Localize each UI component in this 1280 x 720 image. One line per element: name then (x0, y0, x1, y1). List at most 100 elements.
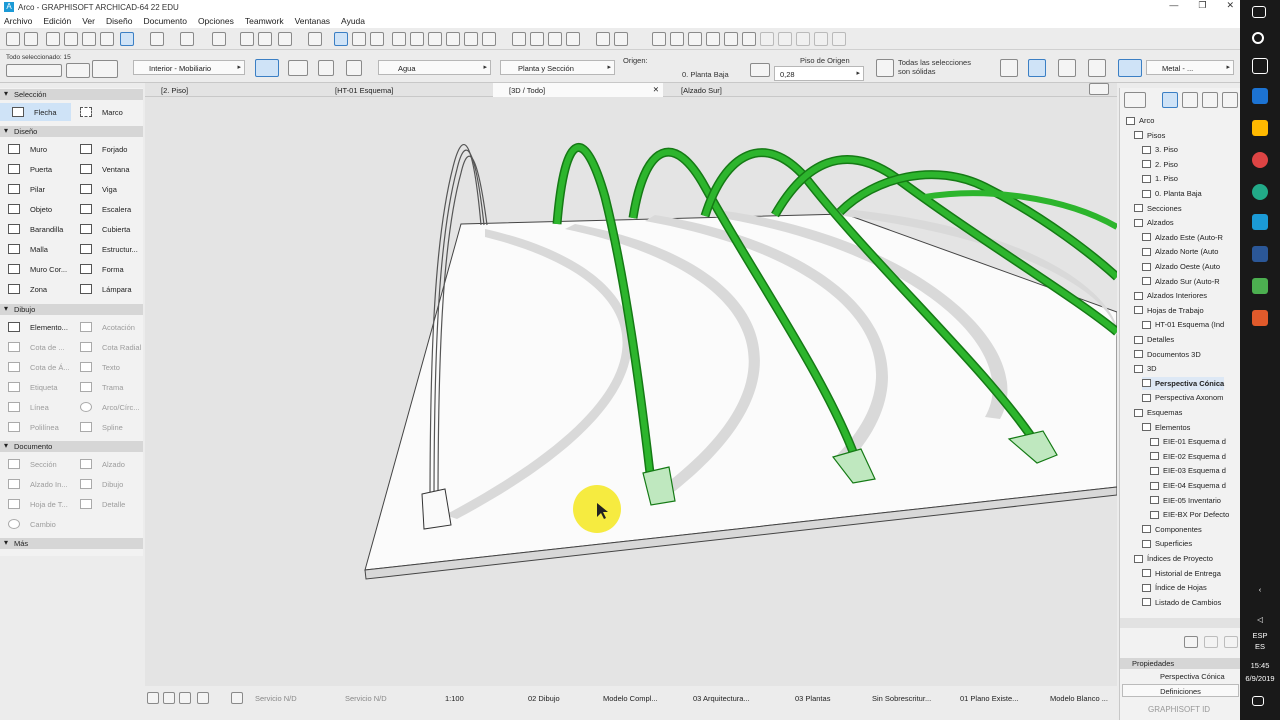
minimize-button[interactable]: — (1169, 0, 1178, 11)
pen-icon[interactable] (100, 32, 114, 46)
tool-puerta[interactable]: Puerta (8, 160, 52, 178)
material-dropdown[interactable]: Agua (378, 60, 491, 75)
close-button[interactable]: ✕ (1226, 0, 1234, 11)
transform-icon[interactable] (346, 60, 362, 76)
grid-icon[interactable] (212, 32, 226, 46)
fillet-icon[interactable] (446, 32, 460, 46)
3d-style[interactable]: Modelo Blanco ... (1050, 694, 1108, 703)
schedule-icon[interactable] (724, 32, 738, 46)
tree-item[interactable]: 3. Piso (1142, 143, 1178, 156)
tree-hscrollbar[interactable] (1120, 618, 1241, 628)
tool-dibujo[interactable]: Dibujo (80, 475, 123, 493)
model-view-options[interactable]: Modelo Compl... (603, 694, 658, 703)
suspend-groups-icon[interactable] (240, 32, 254, 46)
guide-line-icon[interactable] (120, 32, 134, 46)
teamwork-messages-icon[interactable] (832, 32, 846, 46)
clock-time[interactable]: 15:45 (1240, 661, 1280, 670)
project-map-icon[interactable] (1162, 92, 1178, 108)
3d-viewport[interactable] (145, 97, 1117, 686)
tool-acotacion[interactable]: Acotación (80, 318, 135, 336)
tab-2-piso[interactable]: [2. Piso] (145, 83, 317, 97)
menu-ventanas[interactable]: Ventanas (295, 16, 330, 26)
camtasia-icon[interactable] (1252, 278, 1268, 294)
tool-escalera[interactable]: Escalera (80, 200, 131, 218)
tree-item[interactable]: Arco (1126, 114, 1154, 127)
layout-book-icon[interactable] (1202, 92, 1218, 108)
cube-view-icon[interactable] (1088, 59, 1106, 77)
menu-diseno[interactable]: Diseño (106, 16, 132, 26)
tool-spline[interactable]: Spline (80, 418, 123, 436)
dimension-standard[interactable]: 03 Plantas (795, 694, 830, 703)
tree-item[interactable]: Índice de Hojas (1142, 581, 1207, 594)
solid-selection-icon[interactable] (876, 59, 894, 77)
layout-icon[interactable] (706, 32, 720, 46)
intersect-icon[interactable] (428, 32, 442, 46)
offset-icon[interactable] (464, 32, 478, 46)
eyedropper-icon[interactable] (82, 32, 96, 46)
tool-zona[interactable]: Zona (8, 280, 47, 298)
adjust-icon[interactable] (410, 32, 424, 46)
tree-item[interactable]: Detalles (1134, 333, 1174, 346)
refresh-icon[interactable] (1000, 59, 1018, 77)
undo-icon[interactable] (6, 32, 20, 46)
menu-opciones[interactable]: Opciones (198, 16, 234, 26)
explorer-icon[interactable] (1252, 120, 1268, 136)
3d-window-icon[interactable] (614, 32, 628, 46)
layer-combination[interactable]: 02 Dibujo (528, 694, 560, 703)
split-icon[interactable] (392, 32, 406, 46)
section-mas[interactable]: Más (0, 538, 143, 549)
trace-icon[interactable] (334, 32, 348, 46)
tool-pilar[interactable]: Pilar (8, 180, 45, 198)
tool-alzado-interior[interactable]: Alzado In... (8, 475, 68, 493)
favorite-icon[interactable] (742, 32, 756, 46)
tool-arco-circulo[interactable]: Arco/Círc... (80, 398, 140, 416)
camera-icon[interactable] (688, 32, 702, 46)
tree-item[interactable]: Superficies (1142, 537, 1192, 550)
navigate-icon[interactable] (197, 692, 209, 704)
word-icon[interactable] (1252, 246, 1268, 262)
tree-item[interactable]: Documentos 3D (1134, 348, 1201, 361)
tool-muro-cortina[interactable]: Muro Cor... (8, 260, 67, 278)
tree-item[interactable]: Pisos (1134, 129, 1165, 142)
properties-header[interactable]: Propiedades (1120, 658, 1241, 669)
tree-item[interactable]: Índices de Proyecto (1134, 552, 1213, 565)
tree-item[interactable]: EIE-04 Esquema d (1150, 479, 1226, 492)
view-map-icon[interactable] (1182, 92, 1198, 108)
section-icon[interactable] (652, 32, 666, 46)
tool-forjado[interactable]: Forjado (80, 140, 127, 158)
tree-item[interactable]: Perspectiva Axonom (1142, 391, 1223, 404)
tool-alzado[interactable]: Alzado (80, 455, 125, 473)
tree-item[interactable]: EIE-02 Esquema d (1150, 450, 1226, 463)
action-center-icon[interactable] (1252, 696, 1264, 706)
tool-cota-de-nivel[interactable]: Cota de ... (8, 338, 65, 356)
tab-3d-todo[interactable]: [3D / Todo] ✕ (493, 83, 663, 97)
lock-icon[interactable] (308, 32, 322, 46)
teamwork-receive-icon[interactable] (778, 32, 792, 46)
surface-dropdown[interactable]: Metal - ... (1146, 60, 1234, 75)
distribute-icon[interactable] (530, 32, 544, 46)
tree-item[interactable]: Alzado Oeste (Auto (1142, 260, 1220, 273)
geometry-method-icon[interactable] (255, 59, 279, 77)
tool-etiqueta[interactable]: Etiqueta (8, 378, 58, 396)
definitions-button[interactable]: Definiciones (1122, 684, 1239, 697)
menu-teamwork[interactable]: Teamwork (245, 16, 284, 26)
menu-archivo[interactable]: Archivo (4, 16, 32, 26)
pick-icon[interactable] (64, 32, 78, 46)
archicad-icon[interactable] (1252, 214, 1268, 230)
tab-alzado-sur[interactable]: [Alzado Sur] (665, 83, 837, 97)
new-folder-icon[interactable] (1184, 636, 1198, 648)
reference-icon[interactable] (352, 32, 366, 46)
tree-item[interactable]: EIE-03 Esquema d (1150, 464, 1226, 477)
override-surface-icon[interactable] (1118, 59, 1142, 77)
compare-icon[interactable] (370, 32, 384, 46)
clone-icon[interactable] (1204, 636, 1218, 648)
element-type-selector[interactable] (6, 64, 62, 77)
tree-item[interactable]: Hojas de Trabajo (1134, 304, 1204, 317)
tree-item[interactable]: 2. Piso (1142, 158, 1178, 171)
delete-icon[interactable] (1224, 636, 1238, 648)
tool-cota-angulo[interactable]: Cota de Á... (8, 358, 70, 376)
clock-date[interactable]: 6/9/2019 (1240, 674, 1280, 683)
rotate-icon[interactable] (318, 60, 334, 76)
snap-icon[interactable] (46, 32, 60, 46)
marquee-icon[interactable] (278, 32, 292, 46)
